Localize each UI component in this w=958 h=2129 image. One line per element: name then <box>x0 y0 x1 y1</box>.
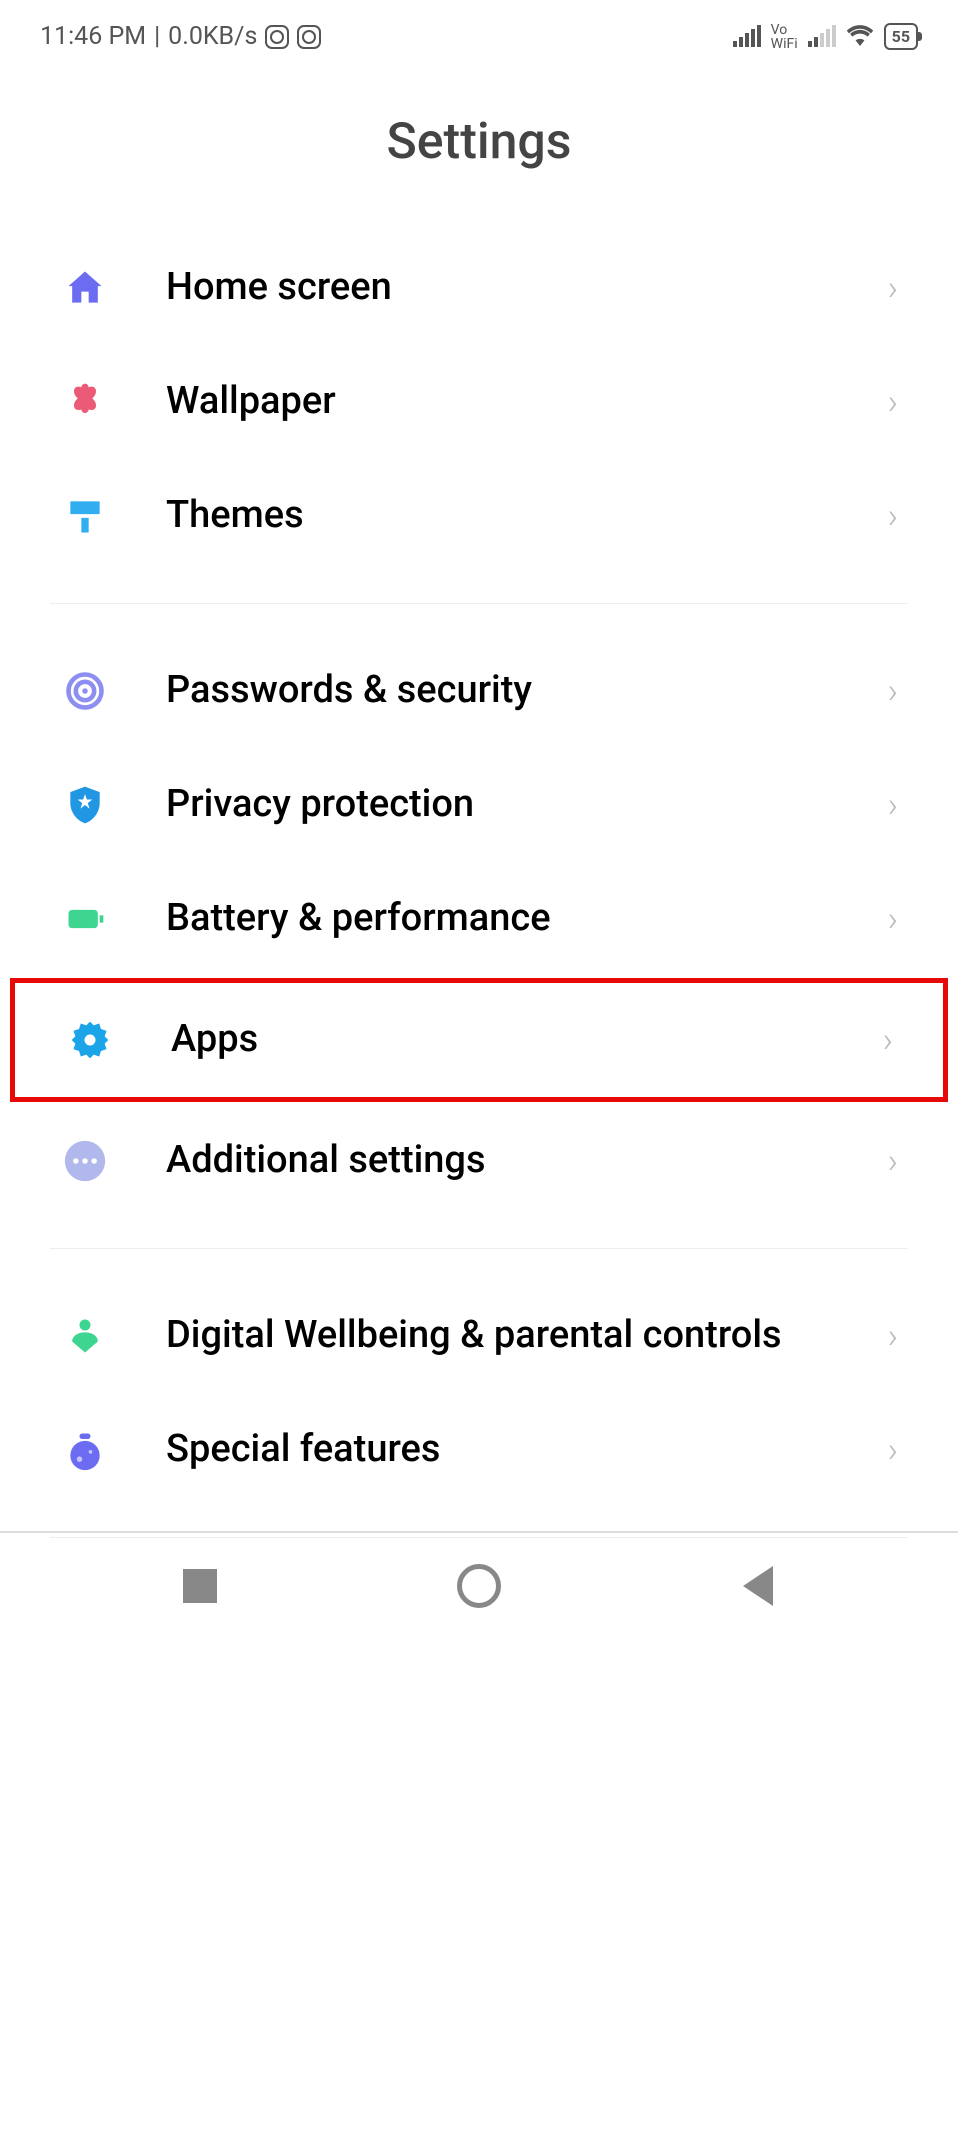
status-bar: 11:46 PM | 0.0KB/s Vo WiFi 55 <box>0 0 958 63</box>
battery-icon <box>60 894 110 944</box>
chevron-right-icon: › <box>883 1020 893 1061</box>
chevron-right-icon: › <box>888 899 898 940</box>
vowifi-icon: Vo WiFi <box>771 23 798 51</box>
settings-item-label: Wallpaper <box>166 377 888 426</box>
signal-icon <box>733 27 761 47</box>
nav-back-button[interactable] <box>735 1563 781 1609</box>
brush-icon <box>60 491 110 541</box>
divider <box>50 603 908 604</box>
settings-item-themes[interactable]: Themes › <box>50 459 908 573</box>
settings-item-label: Additional settings <box>166 1136 888 1185</box>
settings-item-digital-wellbeing[interactable]: Digital Wellbeing & parental controls › <box>50 1279 908 1393</box>
wifi-icon <box>846 20 874 53</box>
settings-item-label: Privacy protection <box>166 780 888 829</box>
chevron-right-icon: › <box>888 496 898 537</box>
signal-icon <box>808 27 836 47</box>
settings-item-wallpaper[interactable]: Wallpaper › <box>50 345 908 459</box>
settings-item-label: Home screen <box>166 263 888 312</box>
settings-item-home-screen[interactable]: Home screen › <box>50 231 908 345</box>
settings-item-additional-settings[interactable]: Additional settings › <box>50 1104 908 1218</box>
chevron-right-icon: › <box>888 785 898 826</box>
settings-item-label: Passwords & security <box>166 666 888 715</box>
chevron-right-icon: › <box>888 1430 898 1471</box>
square-icon <box>183 1569 217 1603</box>
settings-item-label: Battery & performance <box>166 894 888 943</box>
status-time: 11:46 PM <box>40 22 146 51</box>
triangle-icon <box>743 1566 773 1606</box>
status-data-rate: 0.0KB/s <box>168 22 257 51</box>
settings-item-label: Special features <box>166 1425 888 1474</box>
circle-icon <box>457 1564 501 1608</box>
shield-icon <box>60 780 110 830</box>
chevron-right-icon: › <box>888 1141 898 1182</box>
person-icon <box>60 1311 110 1361</box>
settings-item-label: Apps <box>171 1015 883 1064</box>
nav-recents-button[interactable] <box>177 1563 223 1609</box>
home-icon <box>60 263 110 313</box>
chevron-right-icon: › <box>888 382 898 423</box>
chevron-right-icon: › <box>888 671 898 712</box>
fingerprint-icon <box>60 666 110 716</box>
navigation-bar <box>0 1531 958 1639</box>
divider <box>50 1248 908 1249</box>
settings-item-label: Digital Wellbeing & parental controls <box>166 1311 888 1360</box>
chevron-right-icon: › <box>888 268 898 309</box>
instagram-icon <box>265 25 289 49</box>
status-left: 11:46 PM | 0.0KB/s <box>40 22 321 51</box>
nav-home-button[interactable] <box>456 1563 502 1609</box>
settings-item-privacy-protection[interactable]: Privacy protection › <box>50 748 908 862</box>
settings-item-apps[interactable]: Apps › <box>55 983 903 1097</box>
flower-icon <box>60 377 110 427</box>
dots-icon <box>60 1136 110 1186</box>
instagram-icon <box>297 25 321 49</box>
flask-icon <box>60 1425 110 1475</box>
settings-item-special-features[interactable]: Special features › <box>50 1393 908 1507</box>
page-title: Settings <box>0 63 958 231</box>
chevron-right-icon: › <box>888 1316 898 1357</box>
gear-icon <box>65 1015 115 1065</box>
highlight-box: Apps › <box>10 978 948 1102</box>
settings-item-label: Themes <box>166 491 888 540</box>
battery-icon: 55 <box>884 23 918 50</box>
settings-item-battery-performance[interactable]: Battery & performance › <box>50 862 908 976</box>
settings-list: Home screen › Wallpaper › Themes › Passw… <box>0 231 958 1538</box>
status-right: Vo WiFi 55 <box>733 20 918 53</box>
settings-item-passwords-security[interactable]: Passwords & security › <box>50 634 908 748</box>
